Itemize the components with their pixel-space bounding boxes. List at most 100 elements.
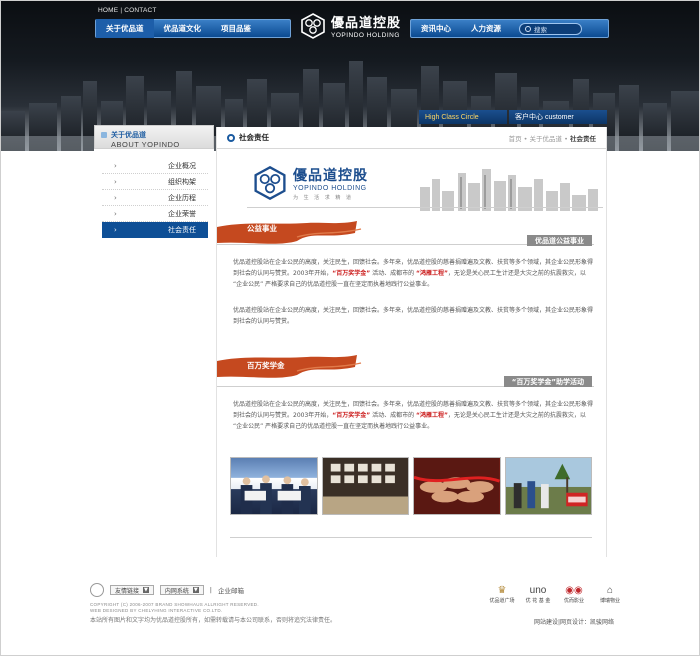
banner-name-cn: 優品道控股 [293,168,368,184]
photo-outdoor-event[interactable] [504,457,592,515]
photo-gallery [230,457,592,515]
highlight-text: “百万奖学金” [332,412,371,419]
company-banner: 優品道控股 YOPINDO HOLDING 为 生 活 求 精 道 [247,157,602,213]
chevron-right-icon: › [114,209,117,218]
section-ribbon-label: 百万奖学金 [247,361,285,370]
partner-fund[interactable]: uno 优 花 基 金 [524,583,552,605]
heading-bullet-icon [101,132,107,138]
friend-links-select[interactable]: 友情链接 ▼ [110,585,154,595]
search-box[interactable]: 搜索 [519,22,582,35]
customer-center-tab[interactable]: 客户中心 customer [509,110,607,124]
intranet-select[interactable]: 内网系统 ▼ [159,585,204,595]
sidebar-item-social-responsibility[interactable]: › 社会责任 [102,222,208,238]
nav-about[interactable]: 关于优品道 [96,19,154,38]
chevron-right-icon: › [114,193,117,202]
paragraph-text: 活动、成都市的 [370,270,416,277]
partner-property[interactable]: ⌂ 博瑞物业 [596,583,624,605]
ribbon-decoration-2 [217,355,362,378]
photo-exhibition-wall[interactable] [321,457,409,515]
partner-label: 博瑞物业 [599,598,620,604]
sidebar-heading-en: ABOUT YOPINDO [111,140,180,149]
sidebar-item-label: 企业历程 [168,193,196,202]
sidebar-item-honors[interactable]: › 企业荣誉 [102,206,208,222]
banner-emblem-icon [254,166,286,200]
top-utility-nav: HOME | CONTACT [98,7,157,14]
sidebar-item-label: 组织构架 [168,177,196,186]
partner-fund-icon: uno [529,584,547,596]
sidebar-menu: › 企业概况 › 组织构架 › 企业历程 › 企业荣誉 › 社会责任 [94,158,214,238]
nav-culture[interactable]: 优品道文化 [154,23,212,34]
partner-label: 优而影业 [563,598,584,604]
dropdown-arrow-icon: ▼ [192,587,199,593]
main-nav-left: 关于优品道 优品道文化 项目品鉴 [95,19,291,38]
brand-logo[interactable]: 優品道控股 YOPINDO HOLDING [300,12,401,39]
photo-exhibition-image [322,458,408,514]
main-nav-right: 资讯中心 人力资源 搜索 [410,19,609,38]
topnav-separator: | [120,7,123,14]
main-header: 社会责任 首页 • 关于优品道 • 社会责任 [217,127,606,149]
brand-name-en: YOPINDO HOLDING [331,32,400,39]
high-class-circle-tab[interactable]: High Class Circle [419,110,507,124]
select-value: 内网系统 [164,587,189,595]
footer-separator: | [209,586,212,594]
highlight-text: “鸿雁工程” [416,412,448,419]
copyright-line: WEB DESIGNED BY CHELYHING INTERACTIVE CO… [90,608,223,613]
chevron-right-icon: › [114,177,117,186]
section-ribbon-label: 公益事业 [247,224,277,233]
nav-projects[interactable]: 项目品鉴 [211,23,261,34]
section-paragraph: 优品道控股站在企业公民的高度，关注民生，回馈社会。多年来，优品道控股的慈善捐赠遍… [233,399,593,432]
photo-hands-ribbon[interactable] [413,457,501,515]
contact-link[interactable]: CONTACT [124,7,156,14]
section-tab: “百万奖学金”助学活动 [503,376,592,387]
footer-emblem-icon [90,583,104,597]
partner-label: 优品道广场 [489,598,515,604]
banner-name-en: YOPINDO HOLDING [293,185,367,192]
breadcrumb-parent[interactable]: 关于优品道 [530,135,563,143]
partner-property-icon: ⌂ [606,584,614,596]
partner-plaza-icon: ♛ [497,584,507,596]
photo-ceremony[interactable] [230,457,318,515]
banner-skyline-image [420,169,598,211]
partner-film-icon: ◉◉ [565,584,583,596]
sidebar-heading: 关于优品道 ABOUT YOPINDO [94,125,214,149]
partner-plaza[interactable]: ♛ 优品道广场 [488,583,516,605]
divider [247,207,603,208]
sidebar-item-label: 企业概况 [168,161,196,170]
sidebar-heading-cn: 关于优品道 [111,131,146,139]
corporate-mail-link[interactable]: 企业邮箱 [218,585,244,595]
site-credit[interactable]: 网站建设|网页设计：凯骏网络 [534,617,614,626]
page-title: 社会责任 [239,133,269,142]
sidebar-item-label: 社会责任 [168,226,196,234]
highlight-text: “鸿雁工程” [416,270,448,277]
chevron-right-icon: › [114,161,117,170]
dropdown-arrow-icon: ▼ [143,587,149,593]
home-link[interactable]: HOME [98,7,118,14]
search-placeholder: 搜索 [534,25,547,34]
nav-hr[interactable]: 人力资源 [461,23,511,34]
sidebar-item-structure[interactable]: › 组织构架 [102,174,208,190]
brand-emblem-icon [301,12,325,39]
sidebar: 关于优品道 ABOUT YOPINDO › 企业概况 › 组织构架 › 企业历程… [94,125,214,555]
breadcrumb-separator: • [521,134,530,143]
photo-ceremony-image [240,475,311,514]
title-circle-icon [227,133,235,142]
sidebar-item-overview[interactable]: › 企业概况 [102,158,208,174]
banner-slogan: 为 生 活 求 精 道 [293,195,353,201]
breadcrumb-current: 社会责任 [570,134,596,143]
partner-logos: ♛ 优品道广场 uno 优 花 基 金 ◉◉ 优而影业 ⌂ 博瑞物业 [488,583,624,605]
section-paragraph: 优品道控股站在企业公民的高度，关注民生，回馈社会。多年来，优品道控股的慈善捐赠遍… [233,307,594,325]
section-tab: 优品道公益事业 [527,235,592,246]
section-paragraph: 优品道控股站在企业公民的高度，关注民生，回馈社会。多年来，优品道控股的慈善捐赠遍… [233,257,593,290]
brand-name-cn: 優品道控股 [331,16,402,31]
nav-news[interactable]: 资讯中心 [411,23,461,34]
sidebar-item-label: 企业荣誉 [168,209,196,218]
partner-film[interactable]: ◉◉ 优而影业 [560,583,588,605]
select-value: 友情链接 [115,587,140,595]
photo-outdoor-image [505,458,591,514]
breadcrumb-home[interactable]: 首页 [509,135,522,143]
breadcrumb-separator: • [562,134,570,143]
sidebar-item-history[interactable]: › 企业历程 [102,190,208,206]
photo-hands-image [413,458,500,514]
copyright-chinese: 本站所有图片和文字均为优品道控股所有，如需转载请与本公司联系，否则将追究法律责任… [90,617,337,624]
search-icon [525,25,531,32]
